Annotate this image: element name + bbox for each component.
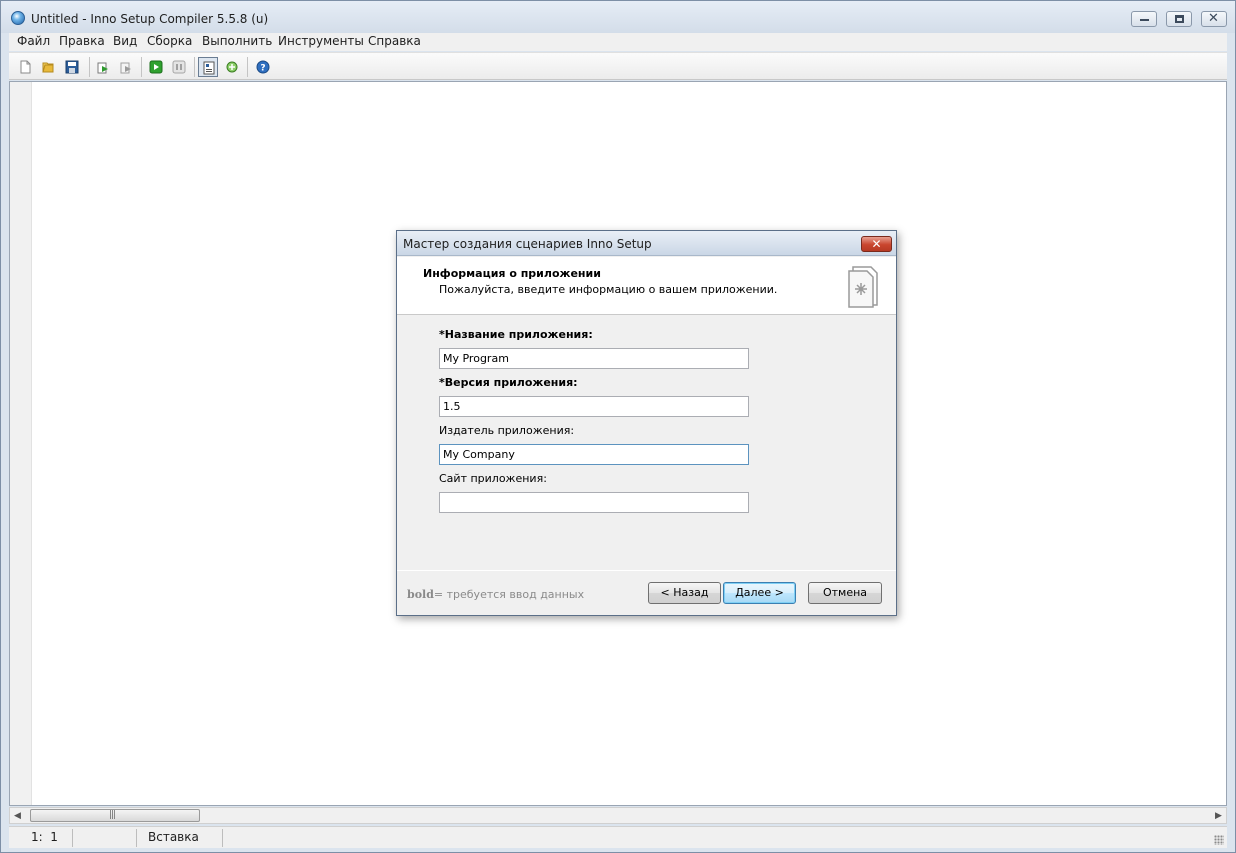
required-legend: bold= требуется ввод данных bbox=[407, 588, 584, 601]
legend-text: = требуется ввод данных bbox=[433, 588, 585, 601]
app-publisher-label: Издатель приложения: bbox=[439, 424, 575, 437]
menu-run[interactable]: Выполнить bbox=[201, 34, 273, 48]
target-icon bbox=[226, 61, 238, 73]
pause-icon bbox=[172, 60, 186, 74]
scroll-left-icon[interactable]: ◀ bbox=[14, 811, 21, 821]
target-button[interactable] bbox=[222, 57, 242, 77]
menu-file[interactable]: Файл bbox=[16, 34, 51, 48]
app-name-input[interactable] bbox=[439, 348, 749, 369]
legend-bold-word: bold bbox=[407, 588, 434, 601]
editor-gutter bbox=[10, 82, 32, 805]
dialog-header: Информация о приложении Пожалуйста, введ… bbox=[397, 257, 896, 315]
insert-mode: Вставка bbox=[148, 830, 199, 844]
app-website-input[interactable] bbox=[439, 492, 749, 513]
horizontal-scrollbar[interactable]: ◀ ||| ▶ bbox=[9, 807, 1227, 824]
menu-help[interactable]: Справка bbox=[367, 34, 422, 48]
compile-icon bbox=[97, 62, 108, 74]
app-name-label: *Название приложения: bbox=[439, 328, 593, 341]
minimize-button[interactable] bbox=[1131, 11, 1157, 27]
open-file-button[interactable] bbox=[38, 57, 58, 77]
new-file-button[interactable] bbox=[15, 57, 35, 77]
menu-tools[interactable]: Инструменты bbox=[277, 34, 365, 48]
compile-button[interactable] bbox=[93, 57, 113, 77]
run-button[interactable] bbox=[146, 57, 166, 77]
menu-view[interactable]: Вид bbox=[112, 34, 138, 48]
save-icon bbox=[65, 60, 79, 74]
toolbar: ? bbox=[9, 52, 1227, 80]
menu-build[interactable]: Сборка bbox=[146, 34, 193, 48]
wizard-dialog: Мастер создания сценариев Inno Setup ✕ И… bbox=[396, 230, 897, 616]
maximize-button[interactable] bbox=[1166, 11, 1192, 27]
svg-text:?: ? bbox=[260, 64, 265, 74]
title-bar: Untitled - Inno Setup Compiler 5.5.8 (u)… bbox=[1, 1, 1235, 33]
dialog-title-bar: Мастер создания сценариев Inno Setup ✕ bbox=[397, 231, 896, 256]
app-publisher-input[interactable] bbox=[439, 444, 749, 465]
app-version-label: *Версия приложения: bbox=[439, 376, 578, 389]
scroll-right-icon[interactable]: ▶ bbox=[1215, 811, 1222, 821]
dialog-header-subtitle: Пожалуйста, введите информацию о вашем п… bbox=[439, 283, 778, 296]
back-button[interactable]: < Назад bbox=[648, 582, 721, 604]
dialog-title: Мастер создания сценариев Inno Setup bbox=[403, 237, 652, 251]
scroll-thumb[interactable]: ||| bbox=[30, 809, 200, 822]
save-button[interactable] bbox=[62, 57, 82, 77]
help-icon: ? bbox=[256, 60, 270, 74]
menu-bar: Файл Правка Вид Сборка Выполнить Инструм… bbox=[9, 33, 1227, 51]
cancel-button[interactable]: Отмена bbox=[808, 582, 882, 604]
grip-icon: ||| bbox=[109, 810, 116, 820]
dialog-divider bbox=[397, 570, 896, 571]
pause-button[interactable] bbox=[169, 57, 189, 77]
help-button[interactable]: ? bbox=[253, 57, 273, 77]
wizard-page-icon bbox=[848, 266, 878, 308]
new-file-icon bbox=[20, 60, 31, 74]
next-button[interactable]: Далее > bbox=[723, 582, 796, 604]
open-folder-icon bbox=[42, 62, 54, 73]
app-version-input[interactable] bbox=[439, 396, 749, 417]
status-bar: 1: 1 Вставка bbox=[9, 826, 1227, 848]
wizard-icon bbox=[203, 61, 215, 75]
close-icon: ✕ bbox=[1208, 11, 1219, 26]
dialog-header-title: Информация о приложении bbox=[423, 267, 601, 280]
run-icon bbox=[149, 60, 163, 74]
close-window-button[interactable]: ✕ bbox=[1201, 11, 1227, 27]
maximize-icon bbox=[1175, 15, 1184, 23]
stop-compile-button[interactable] bbox=[116, 57, 136, 77]
cursor-position: 1: 1 bbox=[31, 830, 58, 844]
app-website-label: Сайт приложения: bbox=[439, 472, 547, 485]
window-title: Untitled - Inno Setup Compiler 5.5.8 (u) bbox=[31, 12, 269, 26]
stop-compile-icon bbox=[120, 62, 131, 74]
dialog-close-button[interactable]: ✕ bbox=[861, 236, 892, 252]
minimize-icon bbox=[1140, 18, 1149, 21]
inno-setup-app-icon bbox=[11, 11, 25, 25]
menu-edit[interactable]: Правка bbox=[58, 34, 106, 48]
wizard-button[interactable] bbox=[198, 57, 218, 77]
resize-grip-icon[interactable] bbox=[1214, 835, 1224, 845]
